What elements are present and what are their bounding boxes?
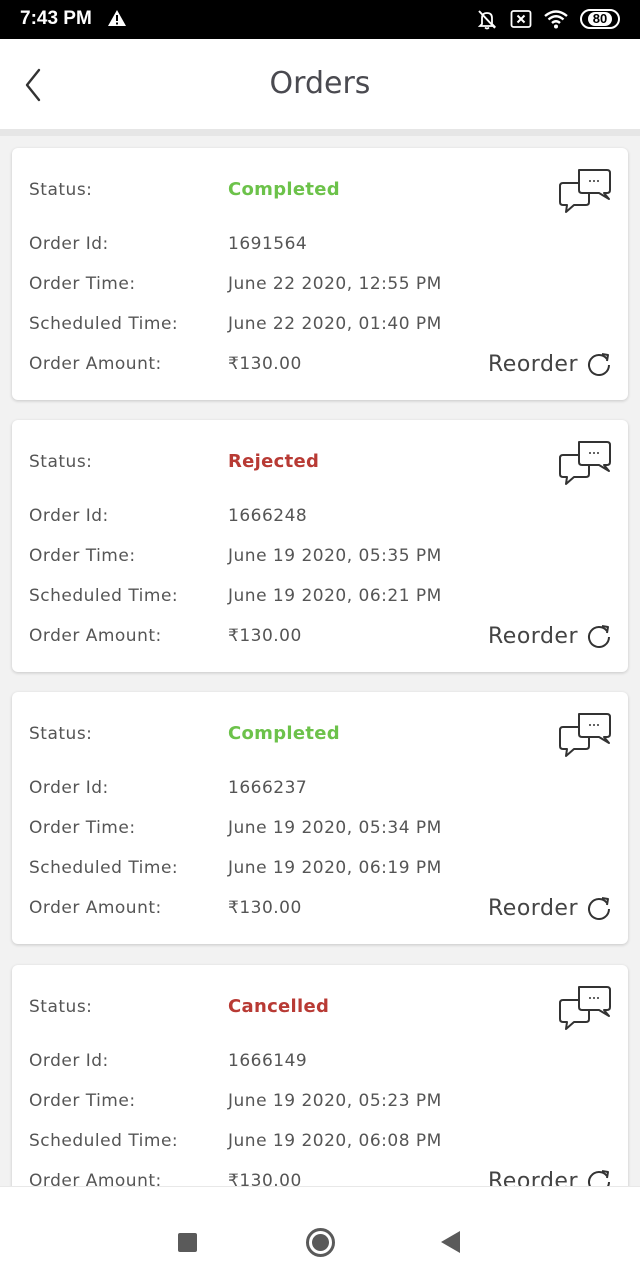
scheduled-time-value: June 19 2020, 06:08 PM [228,1131,442,1151]
system-nav-bar [0,1186,640,1280]
refresh-icon [588,1170,610,1186]
status-label: Status: [29,180,93,200]
order-id-value: 1666248 [228,506,308,526]
order-amount-row: Order Amount: ₹130.00 [29,1171,302,1186]
sim-x-icon [510,10,532,28]
scheduled-time-row: Scheduled Time: June 19 2020, 06:19 PM [29,858,442,878]
home-circle-icon[interactable] [306,1228,335,1257]
warning-icon [108,10,126,26]
order-amount-label: Order Amount: [29,354,162,374]
chat-icon[interactable] [558,166,612,214]
reorder-label: Reorder [488,1168,578,1187]
scheduled-time-value: June 19 2020, 06:19 PM [228,858,442,878]
status-label: Status: [29,724,93,744]
order-amount-value: ₹130.00 [228,626,302,646]
order-id-label: Order Id: [29,778,109,798]
order-time-label: Order Time: [29,1091,136,1111]
orders-list[interactable]: Status: Completed Order Id: 1691564 Order … [0,136,640,1186]
refresh-icon [588,353,610,376]
order-id-row: Order Id: 1666248 [29,506,307,526]
order-time-value: June 19 2020, 05:35 PM [228,546,442,566]
wifi-icon [544,10,568,29]
order-card[interactable]: Status: Completed Order Id: 1691564 Order … [12,148,628,400]
order-card[interactable]: Status: Rejected Order Id: 1666248 Order T… [12,420,628,672]
status-value: Completed [228,179,340,200]
chat-icon[interactable] [558,983,612,1031]
chat-icon[interactable] [558,710,612,758]
reorder-button[interactable]: Reorder [488,623,612,649]
scheduled-time-row: Scheduled Time: June 19 2020, 06:21 PM [29,586,442,606]
recents-square-icon[interactable] [178,1233,197,1252]
reorder-label: Reorder [488,895,578,921]
app-bar: Orders [0,39,640,129]
refresh-icon [588,897,610,920]
status-bar: 7:43 PM 80 [0,0,640,39]
chat-icon[interactable] [558,438,612,486]
status-value: Completed [228,723,340,744]
order-amount-row: Order Amount: ₹130.00 [29,354,302,374]
bell-muted-icon [477,10,497,30]
order-id-row: Order Id: 1666237 [29,778,307,798]
order-amount-value: ₹130.00 [228,354,302,374]
order-time-label: Order Time: [29,546,136,566]
order-amount-label: Order Amount: [29,898,162,918]
reorder-label: Reorder [488,351,578,377]
order-time-value: June 19 2020, 05:34 PM [228,818,442,838]
back-triangle-icon[interactable] [441,1231,460,1253]
status-time: 7:43 PM [20,8,92,29]
order-time-label: Order Time: [29,818,136,838]
status-row: Status: Rejected [29,451,319,472]
battery-level: 80 [587,12,613,26]
order-id-row: Order Id: 1691564 [29,234,307,254]
order-amount-label: Order Amount: [29,1171,162,1186]
order-amount-value: ₹130.00 [228,1171,302,1186]
order-amount-row: Order Amount: ₹130.00 [29,626,302,646]
order-time-row: Order Time: June 19 2020, 05:35 PM [29,546,442,566]
order-id-label: Order Id: [29,234,109,254]
scheduled-time-label: Scheduled Time: [29,1131,179,1151]
order-id-value: 1666237 [228,778,308,798]
order-time-value: June 22 2020, 12:55 PM [228,274,442,294]
scheduled-time-row: Scheduled Time: June 22 2020, 01:40 PM [29,314,442,334]
reorder-button[interactable]: Reorder [488,351,612,377]
scheduled-time-value: June 22 2020, 01:40 PM [228,314,442,334]
app-bar-divider [0,129,640,136]
order-amount-label: Order Amount: [29,626,162,646]
status-label: Status: [29,997,93,1017]
order-amount-value: ₹130.00 [228,898,302,918]
status-row: Status: Completed [29,179,340,200]
order-time-label: Order Time: [29,274,136,294]
scheduled-time-value: June 19 2020, 06:21 PM [228,586,442,606]
status-value: Rejected [228,451,320,472]
order-amount-row: Order Amount: ₹130.00 [29,898,302,918]
order-time-row: Order Time: June 22 2020, 12:55 PM [29,274,442,294]
status-label: Status: [29,452,93,472]
battery-icon: 80 [580,9,620,29]
scheduled-time-row: Scheduled Time: June 19 2020, 06:08 PM [29,1131,442,1151]
order-id-label: Order Id: [29,506,109,526]
order-id-value: 1691564 [228,234,308,254]
order-id-row: Order Id: 1666149 [29,1051,307,1071]
order-id-label: Order Id: [29,1051,109,1071]
status-row: Status: Cancelled [29,996,329,1017]
order-time-row: Order Time: June 19 2020, 05:23 PM [29,1091,442,1111]
order-card[interactable]: Status: Completed Order Id: 1666237 Order … [12,692,628,944]
order-card[interactable]: Status: Cancelled Order Id: 1666149 Order … [12,965,628,1186]
scheduled-time-label: Scheduled Time: [29,314,179,334]
order-time-row: Order Time: June 19 2020, 05:34 PM [29,818,442,838]
scheduled-time-label: Scheduled Time: [29,586,179,606]
order-id-value: 1666149 [228,1051,308,1071]
reorder-button[interactable]: Reorder [488,895,612,921]
reorder-button[interactable]: Reorder [488,1168,612,1186]
refresh-icon [588,625,610,648]
page-title: Orders [269,66,371,101]
status-row: Status: Completed [29,723,340,744]
reorder-label: Reorder [488,623,578,649]
scheduled-time-label: Scheduled Time: [29,858,179,878]
order-time-value: June 19 2020, 05:23 PM [228,1091,442,1111]
status-value: Cancelled [228,996,330,1017]
